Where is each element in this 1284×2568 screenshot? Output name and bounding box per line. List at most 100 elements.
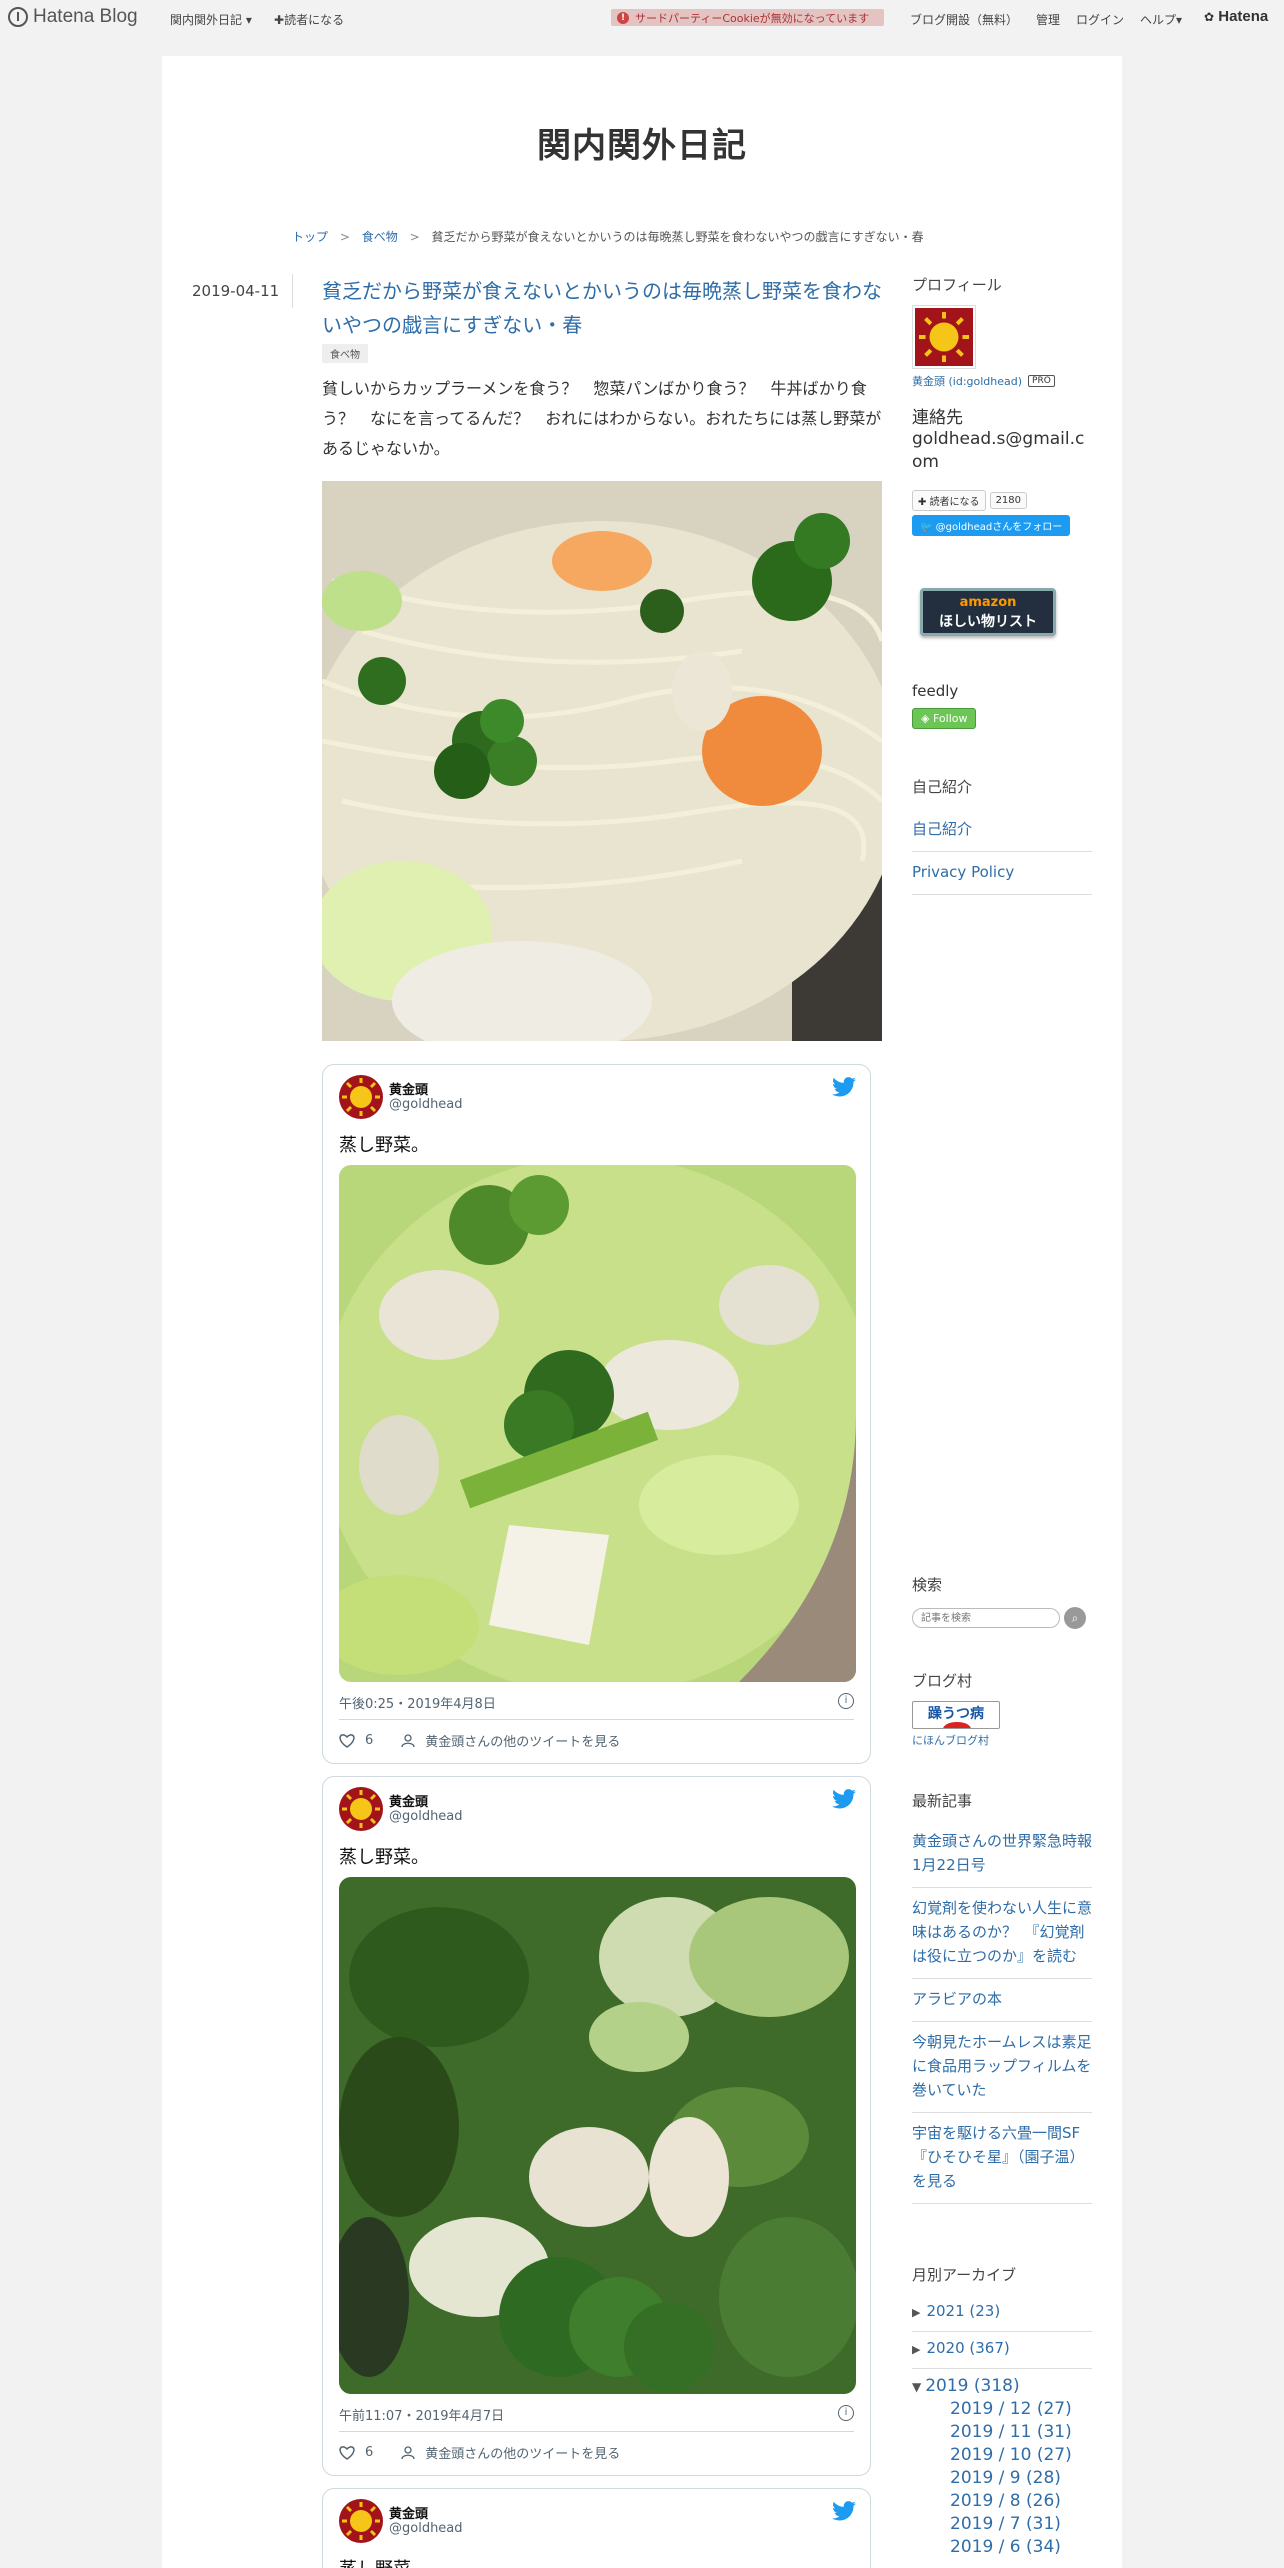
steamed-vegetables-photo[interactable]: [322, 481, 882, 1041]
tweet-timestamp[interactable]: 午前11:07・2019年4月7日: [339, 2405, 504, 2424]
login-link[interactable]: ログイン: [1076, 11, 1124, 28]
heart-icon[interactable]: [339, 1733, 355, 1748]
sidebar-search: 検索 ⌕: [912, 1574, 1092, 1629]
search-input[interactable]: [912, 1608, 1060, 1628]
subscriber-count: 2180: [989, 492, 1028, 509]
subscribe-link[interactable]: ✚読者になる: [274, 11, 344, 28]
hatena-blog-logo[interactable]: Hatena Blog: [8, 6, 138, 28]
search-icon[interactable]: ⌕: [1064, 1607, 1086, 1629]
open-blog-link[interactable]: ブログ開設（無料）: [910, 11, 1018, 28]
embedded-tweet[interactable]: 黄金頭 @goldhead 蒸し野菜。 午後0:25・2019年4月8日 i 6…: [322, 1064, 871, 1764]
archive-title: 月別アーカイブ: [912, 2266, 1017, 2284]
feedly-follow-button[interactable]: ◈ Follow: [912, 708, 977, 729]
more-tweets-link[interactable]: 黄金頭さんの他のツイートを見る: [425, 2443, 620, 2462]
tweet-photo-illustration: [339, 1165, 856, 1682]
tweet-author-handle[interactable]: @goldhead: [389, 1809, 463, 1824]
contact-email: goldhead.s@gmail.com: [912, 429, 1085, 472]
tweet-text: 蒸し野菜。: [339, 2555, 429, 2568]
twitter-follow-button[interactable]: 🐦 @goldheadさんをフォロー: [912, 515, 1071, 536]
tweet-photo[interactable]: [339, 1165, 856, 1682]
embedded-tweet[interactable]: 黄金頭 @goldhead 蒸し野菜。 午前11:07・2019年4月7日 i …: [322, 1776, 871, 2476]
recent-title: 最新記事: [912, 1792, 973, 1810]
recent-post-link[interactable]: 幻覚剤を使わない人生に意味はあるのか？ 『幻覚剤は役に立つのか』を読む: [912, 1888, 1092, 1979]
recent-post-link[interactable]: 宇宙を駆ける六畳一間SF『ひそひそ星』（園子温）を見る: [912, 2113, 1092, 2204]
archive-month[interactable]: 2019 / 9 (28): [950, 2467, 1092, 2490]
cookie-notice[interactable]: ! サードパーティーCookieが無効になっています: [611, 9, 884, 26]
breadcrumb-category[interactable]: 食べ物: [362, 230, 398, 244]
tweet-photo[interactable]: [339, 1877, 856, 2394]
profile-name-link[interactable]: 黄金頭 (id:goldhead): [912, 373, 1022, 389]
like-count[interactable]: 6: [365, 2445, 373, 2460]
hatena-bird-icon: ✿: [1204, 10, 1215, 24]
recent-post-link[interactable]: 今朝見たホームレスは素足に食品用ラップフィルムを巻いていた: [912, 2022, 1092, 2113]
archive-month[interactable]: 2019 / 10 (27): [950, 2444, 1092, 2467]
tweet-actions: 6 黄金頭さんの他のツイートを見る: [339, 2443, 620, 2462]
hatena-logo[interactable]: ✿ Hatena: [1204, 8, 1268, 25]
heart-icon[interactable]: [339, 2445, 355, 2460]
tweet-author-name[interactable]: 黄金頭: [389, 1079, 428, 1098]
archive-month-list: 2019 / 12 (27) 2019 / 11 (31) 2019 / 10 …: [912, 2398, 1092, 2559]
tweet-avatar[interactable]: [339, 1787, 383, 1831]
breadcrumb-separator: >: [339, 230, 350, 244]
amazon-wishlist-banner[interactable]: amazon ほしい物リスト: [920, 588, 1056, 636]
tweet-avatar[interactable]: [339, 2499, 383, 2543]
tweet-timestamp[interactable]: 午後0:25・2019年4月8日: [339, 1693, 496, 1712]
blogmura-title: ブログ村: [912, 1672, 973, 1690]
archive-month[interactable]: 2019 / 7 (31): [950, 2513, 1092, 2536]
amazon-logo-text: amazon: [959, 595, 1017, 610]
embedded-tweet[interactable]: 黄金頭 @goldhead 蒸し野菜。: [322, 2488, 871, 2568]
breadcrumb: トップ > 食べ物 > 貧乏だから野菜が食えないとかいうのは毎晩蒸し野菜を食わな…: [292, 228, 924, 245]
blog-container: 関内関外日記 トップ > 食べ物 > 貧乏だから野菜が食えないとかいうのは毎晩蒸…: [162, 56, 1122, 2568]
recent-post-link[interactable]: 黄金頭さんの世界緊急時報 1月22日号: [912, 1821, 1107, 1888]
entry-title[interactable]: 貧乏だから野菜が食えないとかいうのは毎晩蒸し野菜を食わないやつの戯言にすぎない・…: [322, 274, 882, 342]
tweet-avatar[interactable]: [339, 1075, 383, 1119]
tweet-divider: [339, 1719, 854, 1720]
archive-month[interactable]: 2019 / 8 (26): [950, 2490, 1092, 2513]
archive-month[interactable]: 2019 / 12 (27): [950, 2398, 1092, 2421]
archive-month[interactable]: 2019 / 6 (34): [950, 2536, 1092, 2559]
admin-link[interactable]: 管理: [1036, 11, 1060, 28]
blogmura-link[interactable]: にほんブログ村: [912, 1732, 1092, 1748]
tweet-author-handle[interactable]: @goldhead: [389, 1097, 463, 1112]
blog-menu[interactable]: 関内関外日記 ▾: [170, 11, 252, 28]
entry-category-tag[interactable]: 食べ物: [322, 344, 368, 363]
tweet-divider: [339, 2431, 854, 2432]
tweet-author-name[interactable]: 黄金頭: [389, 1791, 428, 1810]
archive-year[interactable]: ▶ 2020 (367): [912, 2332, 1092, 2369]
tweet-text: 蒸し野菜。: [339, 1847, 429, 1868]
blogmura-badge[interactable]: 躁うつ病: [912, 1701, 1000, 1729]
sidebar-blogmura: ブログ村 躁うつ病 にほんブログ村: [912, 1670, 1092, 1748]
entry-date[interactable]: 2019-04-11: [192, 282, 279, 300]
profile-avatar[interactable]: [912, 305, 976, 369]
info-icon[interactable]: i: [838, 2405, 854, 2421]
badge-decoration: [943, 1722, 971, 1728]
caret-down-icon: ▼: [912, 2380, 922, 2394]
twitter-bird-icon[interactable]: [832, 1077, 856, 1097]
tweet-author-handle[interactable]: @goldhead: [389, 2521, 463, 2536]
twitter-bird-icon[interactable]: [832, 1789, 856, 1809]
archive-month[interactable]: 2019 / 11 (31): [950, 2421, 1092, 2444]
hatena-blog-icon: [8, 7, 28, 27]
twitter-bird-icon[interactable]: [832, 2501, 856, 2521]
archive-year-expanded[interactable]: ▼ 2019 (318): [912, 2369, 1092, 2398]
intro-title: 自己紹介: [912, 778, 973, 796]
twitter-bird-icon: 🐦: [920, 522, 933, 533]
more-tweets-link[interactable]: 黄金頭さんの他のツイートを見る: [425, 1731, 620, 1750]
privacy-policy-link[interactable]: Privacy Policy: [912, 852, 1092, 895]
logo-text: Hatena Blog: [33, 6, 138, 27]
info-icon[interactable]: i: [838, 1693, 854, 1709]
photo-illustration: [322, 481, 882, 1041]
sidebar-archive: 月別アーカイブ ▶ 2021 (23) ▶ 2020 (367) ▼ 2019 (31…: [912, 2264, 1092, 2559]
recent-post-link[interactable]: アラビアの本: [912, 1979, 1092, 2022]
like-count[interactable]: 6: [365, 1733, 373, 1748]
archive-year[interactable]: ▶ 2021 (23): [912, 2295, 1092, 2332]
subscribe-button[interactable]: ✚ 読者になる: [912, 490, 986, 511]
tweet-photo-illustration: [339, 1877, 856, 2394]
blog-title[interactable]: 関内関外日記: [162, 118, 1122, 167]
date-divider: [292, 274, 293, 308]
breadcrumb-top[interactable]: トップ: [292, 230, 328, 244]
intro-link[interactable]: 自己紹介: [912, 809, 1092, 852]
tweet-author-name[interactable]: 黄金頭: [389, 2503, 428, 2522]
search-title: 検索: [912, 1576, 943, 1594]
help-menu[interactable]: ヘルプ▾: [1140, 11, 1182, 28]
